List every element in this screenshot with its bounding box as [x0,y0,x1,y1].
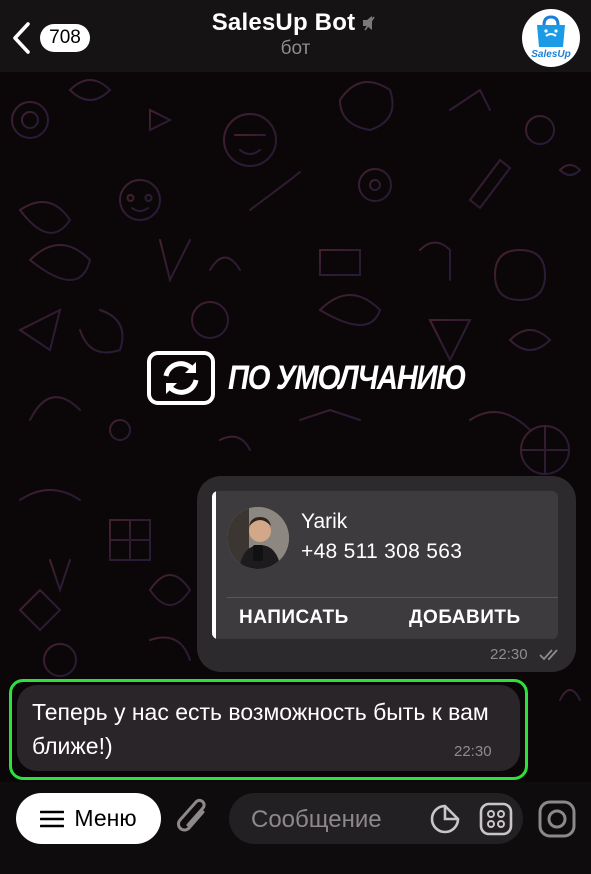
back-chevron-icon [13,22,30,54]
refresh-icon [147,351,215,405]
contact-message-bubble: Yarik +48 511 308 563 НАПИСАТЬ ДОБАВИТЬ … [197,476,576,672]
message-input[interactable] [249,793,433,846]
chat-header: 708 SalesUp Bot бот SalesUp [0,0,591,72]
contact-name: Yarik [301,510,348,533]
avatar-brand-text: SalesUp [531,49,571,60]
camera-icon[interactable] [537,799,577,839]
chat-subtitle: бот [280,38,311,59]
chat-title-area[interactable]: SalesUp Bot бот [170,9,421,60]
back-button[interactable]: 708 [10,18,100,58]
contact-phone: +48 511 308 563 [301,540,463,563]
contact-avatar [227,507,289,569]
incoming-message-bubble: Теперь у нас есть возможность быть к вам… [17,685,520,771]
menu-burger-icon [40,810,65,827]
bot-avatar[interactable]: SalesUp [522,9,580,67]
add-contact-button[interactable]: ДОБАВИТЬ [409,597,521,639]
sticker-icon[interactable] [429,803,461,835]
menu-button-label: Меню [74,805,137,831]
default-stamp: ПО УМОЛЧАНИЮ [146,350,504,406]
message-time: 22:30 [454,743,492,760]
message-input-wrap [229,793,523,846]
unread-count-badge: 708 [40,24,90,52]
chat-title: SalesUp Bot [211,9,356,36]
salesup-bag-icon [537,15,565,47]
stamp-label: ПО УМОЛЧАНИЮ [228,358,467,397]
read-ticks-icon [539,649,558,661]
mute-icon [363,16,375,31]
message-time: 22:30 [490,646,528,663]
paperclip-icon[interactable] [176,796,212,840]
emoji-grid-icon[interactable] [479,802,513,836]
incoming-message-text: Теперь у нас есть возможность быть к вам… [32,699,489,759]
contact-card[interactable]: Yarik +48 511 308 563 НАПИСАТЬ ДОБАВИТЬ [212,491,558,639]
bot-menu-button[interactable]: Меню [16,793,161,844]
composer-bar: Меню [0,782,591,874]
write-message-button[interactable]: НАПИСАТЬ [239,597,349,639]
